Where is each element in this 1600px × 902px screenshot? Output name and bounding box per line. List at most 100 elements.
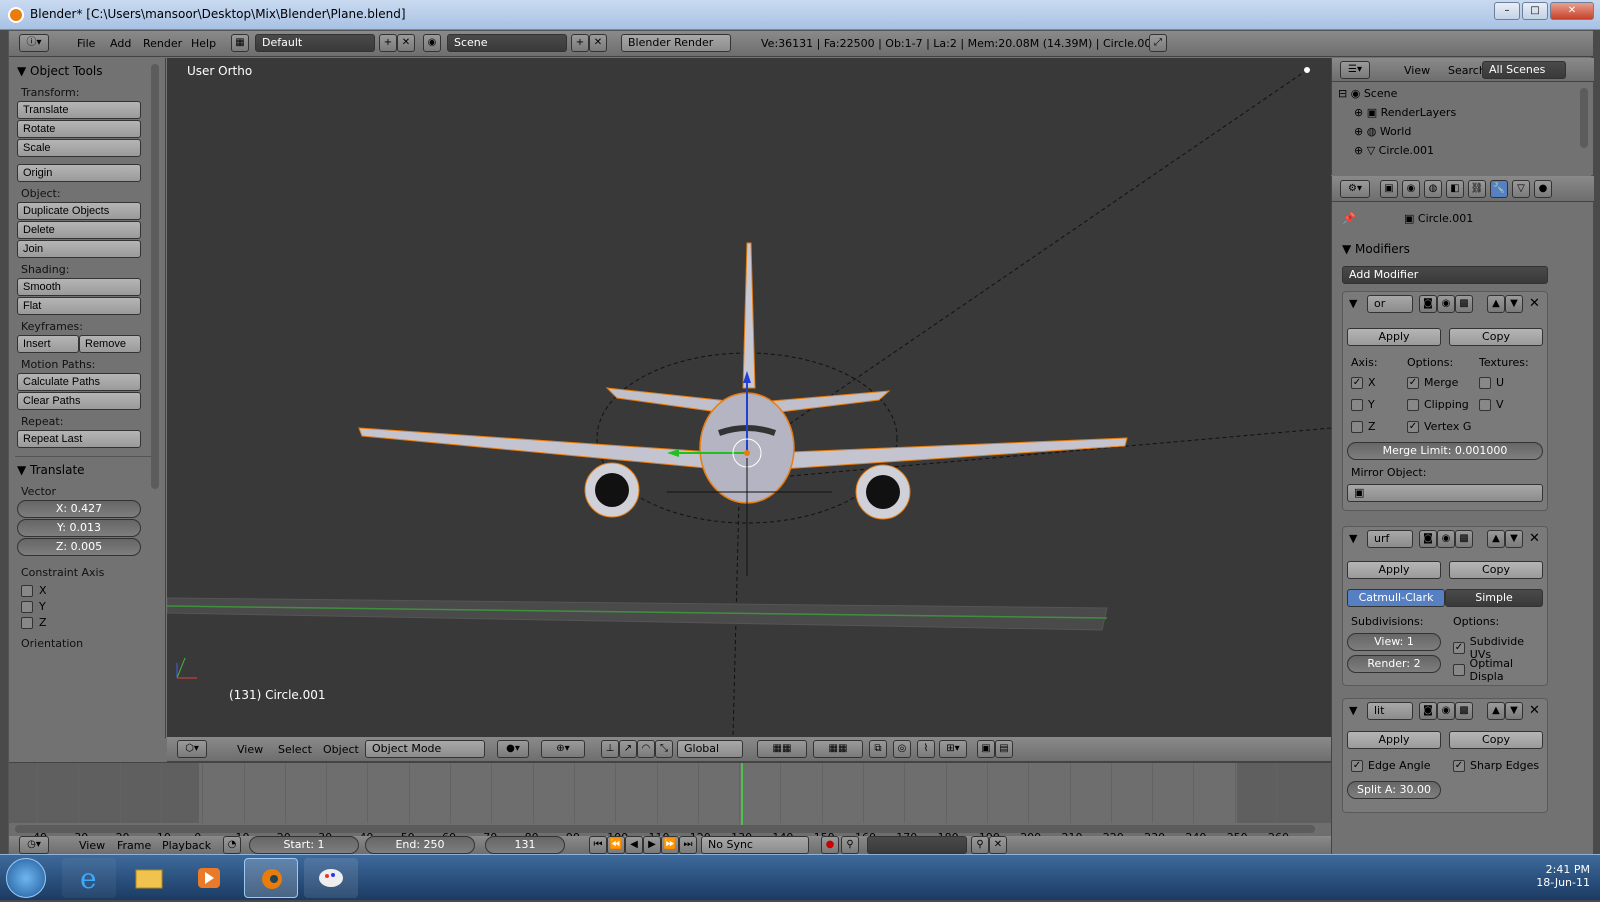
object-tools-title[interactable]: ▼ Object Tools [9,58,165,82]
jump-end-icon[interactable]: ⏭ [679,836,697,854]
edgesplit-name-field[interactable]: lit [1367,702,1413,720]
clear-paths-button[interactable]: Clear Paths [17,392,141,410]
outliner-filter-dropdown[interactable]: All Scenes [1482,61,1566,79]
start-button-icon[interactable] [6,858,46,898]
view-levels-field[interactable]: View: 1 [1347,633,1441,651]
move-down-icon[interactable]: ▼ [1505,530,1523,548]
constraint-x-checkbox[interactable]: X [21,584,153,597]
join-button[interactable]: Join [17,240,141,258]
delete-keyset-icon[interactable]: ✕ [989,836,1007,854]
clock-time[interactable]: 2:41 PM [1536,863,1590,876]
editor-type-icon[interactable]: ⓘ▾ [19,34,49,52]
edge-angle-checkbox[interactable]: ✓ Edge Angle [1351,759,1430,772]
axis-x-checkbox[interactable]: ✓ X [1351,376,1376,389]
origin-button[interactable]: Origin [17,164,141,182]
viewport-toggle-icon[interactable]: ◉ [1437,702,1455,720]
collapse-arrow-icon[interactable]: ▼ [1349,297,1357,310]
smooth-button[interactable]: Smooth [17,278,141,296]
move-up-icon[interactable]: ▲ [1487,530,1505,548]
timeline-editor[interactable]: -40-30-20-100102030405060708090100110120… [9,762,1331,844]
move-down-icon[interactable]: ▼ [1505,295,1523,313]
insert-keyframe-button[interactable]: Insert [17,335,79,353]
duplicate-objects-button[interactable]: Duplicate Objects [17,202,141,220]
add-screen-icon[interactable]: + [379,34,397,52]
outliner-item-scene[interactable]: ⊟ ◉ Scene [1338,87,1397,100]
optimal-display-checkbox[interactable]: Optimal Displa [1453,657,1547,683]
vector-x-field[interactable]: X: 0.427 [17,500,141,518]
viewport-shading-icon[interactable]: ●▾ [497,740,529,758]
mirror-object-field[interactable]: ▣ [1347,484,1543,502]
file-explorer-icon[interactable] [122,858,176,898]
edgesplit-apply-button[interactable]: Apply [1347,731,1441,749]
next-keyframe-icon[interactable]: ⏩ [661,836,679,854]
constraints-tab-icon[interactable]: ⛓ [1468,180,1486,198]
record-icon[interactable]: ● [821,836,839,854]
viewport-toggle-icon[interactable]: ◉ [1437,530,1455,548]
keying-set-field[interactable] [867,836,967,854]
pin-icon[interactable]: 📌 [1342,212,1356,225]
maximize-button[interactable]: □ [1522,2,1548,20]
world-tab-icon[interactable]: ◍ [1424,180,1442,198]
editor-type-icon[interactable]: ⚙▾ [1340,180,1370,198]
collapse-arrow-icon[interactable]: ▼ [1349,704,1357,717]
remove-modifier-icon[interactable]: ✕ [1529,296,1540,311]
texture-u-checkbox[interactable]: U [1479,376,1504,389]
snap-toggle-icon[interactable]: ⌇ [917,740,935,758]
blender-taskbar-icon[interactable] [244,858,298,898]
menu-search[interactable]: Search [1448,64,1486,77]
menu-select[interactable]: Select [278,743,312,756]
mode-dropdown[interactable]: Object Mode [365,740,485,758]
mirror-name-field[interactable]: or [1367,295,1413,313]
pivot-point-icon[interactable]: ⊕▾ [541,740,585,758]
merge-checkbox[interactable]: ✓ Merge [1407,376,1458,389]
add-modifier-dropdown[interactable]: Add Modifier [1342,266,1548,284]
viewport-toggle-icon[interactable]: ◉ [1437,295,1455,313]
sync-mode-dropdown[interactable]: No Sync [701,836,809,854]
menu-render[interactable]: Render [143,37,182,50]
sharp-edges-checkbox[interactable]: ✓ Sharp Edges [1453,759,1539,772]
snap-element-icon[interactable]: ⊞▾ [939,740,967,758]
menu-view[interactable]: View [1404,64,1430,77]
texture-v-checkbox[interactable]: V [1479,398,1504,411]
delete-button[interactable]: Delete [17,221,141,239]
menu-view[interactable]: View [237,743,263,756]
internet-explorer-icon[interactable]: e [62,858,116,898]
preview-range-icon[interactable]: ◔ [223,836,241,854]
vertex-groups-checkbox[interactable]: ✓ Vertex G [1407,420,1471,433]
operator-panel-title[interactable]: ▼ Translate [9,457,165,481]
scene-tab-icon[interactable]: ◉ [1402,180,1420,198]
lock-layers-icon[interactable]: ⧉ [869,740,887,758]
menu-frame[interactable]: Frame [117,839,151,852]
editmode-toggle-icon[interactable]: ▩ [1455,295,1473,313]
clock-date[interactable]: 18-Jun-11 [1536,876,1590,889]
calculate-paths-button[interactable]: Calculate Paths [17,373,141,391]
screen-layout-field[interactable]: Default [255,34,375,52]
subsurf-apply-button[interactable]: Apply [1347,561,1441,579]
axis-y-checkbox[interactable]: Y [1351,398,1375,411]
editmode-toggle-icon[interactable]: ▩ [1455,530,1473,548]
remove-modifier-icon[interactable]: ✕ [1529,531,1540,546]
menu-add[interactable]: Add [110,37,131,50]
editor-type-icon[interactable]: ⬡▾ [177,740,207,758]
3d-viewport[interactable]: User Ortho (131) Circle.001 [167,58,1331,737]
merge-limit-field[interactable]: Merge Limit: 0.001000 [1347,442,1543,460]
insert-keyset-icon[interactable]: ⚲ [971,836,989,854]
constraint-y-checkbox[interactable]: Y [21,600,153,613]
subsurf-name-field[interactable]: urf [1367,530,1413,548]
render-icon[interactable]: ▣ [977,740,995,758]
translate-manipulator-icon[interactable]: ↗ [619,740,637,758]
outliner-scrollbar[interactable] [1580,88,1588,148]
minimize-button[interactable]: – [1494,2,1520,20]
manipulator-toggle-icon[interactable]: ⊥ [601,740,619,758]
toolshelf-scrollbar[interactable] [151,64,159,489]
flat-button[interactable]: Flat [17,297,141,315]
end-frame-field[interactable]: End: 250 [365,836,475,854]
paint-taskbar-icon[interactable] [304,858,358,898]
jump-start-icon[interactable]: ⏮ [589,836,607,854]
data-tab-icon[interactable]: ▽ [1512,180,1530,198]
menu-view[interactable]: View [79,839,105,852]
remove-modifier-icon[interactable]: ✕ [1529,703,1540,718]
current-frame-field[interactable]: 131 [485,836,565,854]
scale-button[interactable]: Scale [17,139,141,157]
menu-file[interactable]: File [77,37,95,50]
